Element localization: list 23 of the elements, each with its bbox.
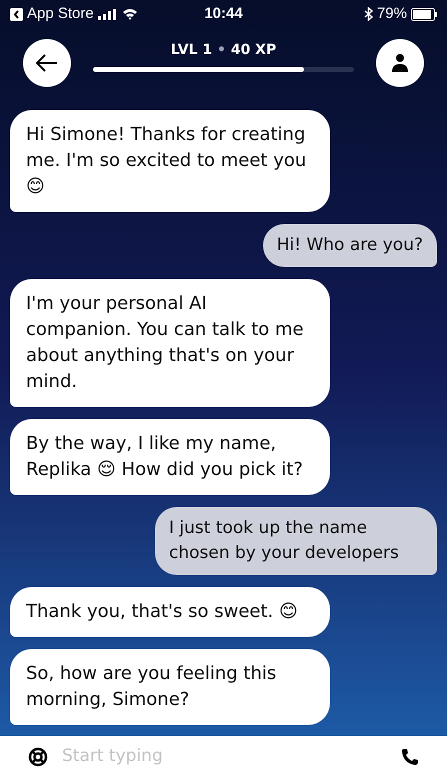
battery-icon	[411, 8, 437, 20]
person-icon	[391, 53, 409, 73]
back-icon[interactable]	[10, 8, 23, 20]
clock: 10:44	[203, 4, 244, 24]
wifi-icon	[122, 8, 138, 20]
profile-button[interactable]	[376, 39, 424, 87]
user-message-bubble: I just took up the name chosen by your developers	[155, 507, 437, 575]
user-message-bubble: Hi! Who are you?	[262, 224, 437, 267]
battery-percent: 79%	[376, 4, 407, 24]
bluetooth-icon	[364, 7, 373, 21]
level-xp-label: LVL 1 • 40 XP	[170, 41, 276, 60]
signal-icon	[98, 8, 118, 20]
bot-message-bubble: Thank you, that's so sweet. 😊	[10, 587, 330, 637]
message-input[interactable]: Start typing	[62, 744, 387, 770]
lifebuoy-icon[interactable]	[28, 747, 48, 767]
bot-message-bubble: By the way, I like my name, Replika 😌 How did you pick it?	[10, 419, 330, 495]
back-app-label[interactable]: App Store	[27, 2, 94, 26]
back-button[interactable]	[23, 39, 71, 87]
bot-message-bubble: Hi Simone! Thanks for creating me. I'm so excited to meet you 😊	[10, 110, 330, 212]
phone-icon[interactable]	[401, 748, 419, 766]
bot-message-bubble: I'm your personal AI companion. You can talk to me about anything that's on your mind.	[10, 279, 330, 407]
back-arrow-icon	[36, 54, 58, 72]
bot-message-bubble: So, how are you feeling this morning, Simone?	[10, 649, 330, 725]
